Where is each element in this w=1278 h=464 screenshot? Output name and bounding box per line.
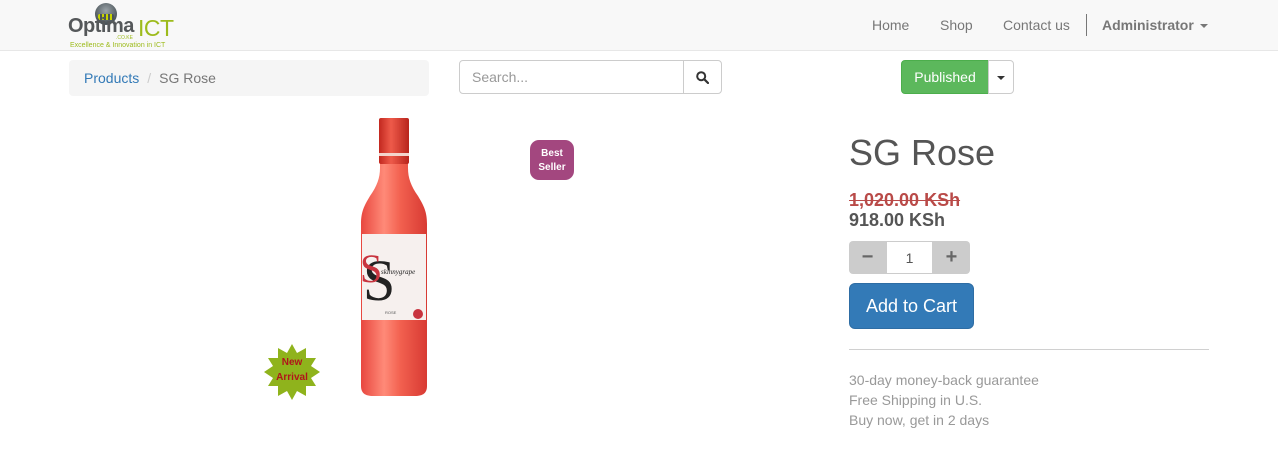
plus-icon: + — [945, 246, 958, 268]
best-seller-text-1: Best — [541, 148, 563, 159]
bottle-label-variety: ROSE — [385, 310, 397, 315]
company-logo[interactable]: Optima ICT .CO.KE Excellence & Innovatio… — [68, 2, 178, 50]
published-toggle-button[interactable]: Published — [901, 60, 989, 94]
new-arrival-text-2: Arrival — [276, 372, 308, 383]
benefit-delivery: Buy now, get in 2 days — [849, 412, 990, 428]
nav-shop-link[interactable]: Shop — [940, 17, 973, 33]
nav-contact-link[interactable]: Contact us — [1003, 17, 1070, 33]
minus-icon: − — [861, 246, 874, 268]
nav-divider — [1086, 14, 1087, 36]
user-menu-label: Administrator — [1102, 17, 1194, 33]
quantity-decrease-button[interactable]: − — [849, 241, 886, 274]
section-divider — [849, 349, 1209, 350]
publish-options-dropdown[interactable] — [988, 60, 1014, 94]
quantity-input[interactable] — [886, 241, 933, 274]
top-navbar: Optima ICT .CO.KE Excellence & Innovatio… — [0, 0, 1278, 51]
new-arrival-text-1: New — [281, 357, 303, 368]
breadcrumb-current: SG Rose — [159, 70, 216, 86]
best-seller-text-2: Seller — [538, 162, 566, 173]
search-icon — [696, 71, 709, 84]
user-menu-dropdown[interactable]: Administrator — [1102, 17, 1208, 33]
bottle-label-brand: skinnygrape — [381, 268, 415, 276]
benefit-guarantee: 30-day money-back guarantee — [849, 372, 1039, 388]
new-arrival-badge: New Arrival — [264, 344, 320, 400]
chevron-down-icon — [1199, 24, 1208, 29]
chevron-down-icon — [997, 76, 1005, 80]
product-image: S S skinnygrape ROSE — [360, 118, 427, 396]
quantity-increase-button[interactable]: + — [933, 241, 970, 274]
breadcrumb-separator: / — [147, 70, 152, 86]
original-price: 1,020.00 KSh — [849, 190, 961, 210]
nav-home-link[interactable]: Home — [872, 17, 909, 33]
logo-domain-suffix: .CO.KE — [116, 35, 133, 41]
search-input[interactable] — [459, 60, 684, 94]
breadcrumb-products-link[interactable]: Products — [84, 70, 139, 86]
logo-tagline: Excellence & Innovation in ICT — [70, 42, 166, 49]
add-to-cart-button[interactable]: Add to Cart — [849, 283, 974, 329]
benefit-shipping: Free Shipping in U.S. — [849, 392, 983, 408]
product-title: SG Rose — [849, 132, 996, 173]
svg-text:S: S — [360, 246, 382, 291]
search-button[interactable] — [683, 60, 722, 94]
breadcrumb: Products / SG Rose — [69, 60, 429, 96]
logo-text-ict: ICT — [138, 15, 174, 41]
best-seller-badge: Best Seller — [530, 140, 574, 180]
sale-price: 918.00 KSh — [849, 210, 946, 230]
